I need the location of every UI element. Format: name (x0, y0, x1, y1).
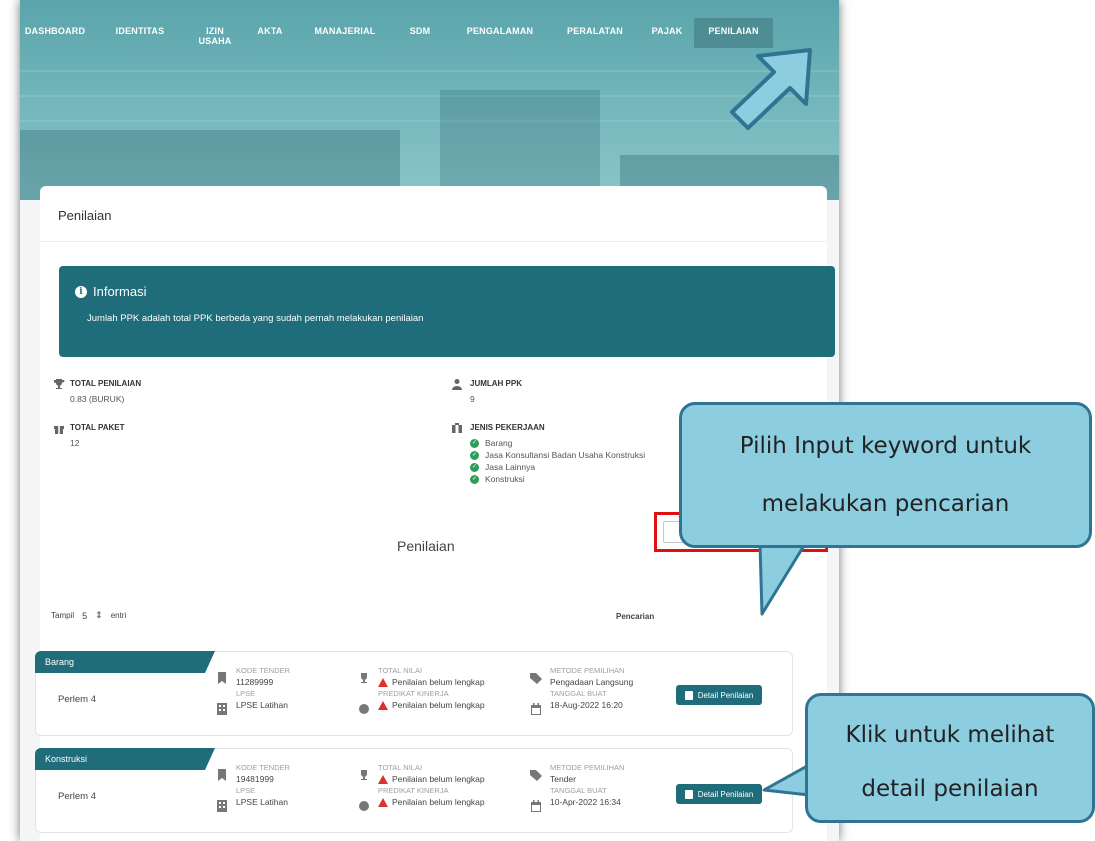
total-paket-value: 12 (70, 438, 80, 448)
check-circle-icon: ✓ (470, 474, 479, 484)
trophy-icon (361, 673, 367, 683)
metode-pemilihan-label: METODE PEMILIHAN (550, 666, 625, 675)
metode-pemilihan-label: METODE PEMILIHAN (550, 763, 625, 772)
user-icon (452, 379, 462, 390)
check-circle-icon: ✓ (470, 450, 479, 460)
building-icon (217, 800, 227, 812)
kode-tender-label: KODE TENDER (236, 763, 291, 772)
warning-icon (378, 677, 388, 687)
nav-dashboard[interactable]: DASHBOARD (20, 18, 90, 52)
tanggal-buat-value: 18-Aug-2022 16:20 (550, 700, 623, 710)
penilaian-card: Konstruksi Perlem 4 KODE TENDER 19481999… (35, 748, 793, 833)
entries-suffix: entri (110, 611, 127, 620)
panel-title: Penilaian (40, 186, 827, 242)
nav-sdm[interactable]: SDM (390, 18, 450, 52)
nav-pengalaman[interactable]: PENGALAMAN (450, 18, 550, 52)
package-name: Perlem 4 (58, 694, 97, 705)
sort-arrows-icon: ⇕ (95, 610, 103, 620)
total-nilai-label: TOTAL NILAI (378, 763, 423, 772)
building-icon (217, 703, 227, 715)
total-paket-label: TOTAL PAKET (70, 423, 125, 432)
list-item: ✓ Konstruksi (470, 474, 525, 484)
briefcase-icon (452, 423, 462, 433)
category-tag: Konstruksi (35, 748, 215, 770)
tutorial-screenshot: DASHBOARD IDENTITAS IZIN USAHA AKTA MANA… (0, 0, 1095, 841)
info-alert: i Informasi Jumlah PPK adalah total PPK … (59, 266, 835, 357)
tag-icon (530, 770, 542, 781)
bookmark-icon (218, 769, 226, 781)
nav-manajerial[interactable]: MANAJERIAL (300, 18, 390, 52)
entries-select[interactable]: 5 ⇕ (82, 610, 103, 621)
search-label: Pencarian (616, 612, 655, 621)
nav-akta[interactable]: AKTA (240, 18, 300, 52)
circle-icon (359, 704, 369, 714)
calendar-icon (531, 800, 541, 812)
file-icon (684, 789, 693, 799)
gift-icon (54, 425, 64, 434)
warning-icon (378, 797, 388, 807)
kode-tender-value: 11289999 (236, 677, 274, 687)
trophy-icon (54, 379, 65, 389)
lpse-value: LPSE Latihan (236, 700, 288, 710)
entries-selector: Tampil 5 ⇕ entri (51, 610, 126, 621)
nav-peralatan[interactable]: PERALATAN (550, 18, 640, 52)
tanggal-buat-label: TANGGAL BUAT (550, 689, 607, 698)
tanggal-buat-label: TANGGAL BUAT (550, 786, 607, 795)
lpse-value: LPSE Latihan (236, 797, 288, 807)
show-label: Tampil (51, 611, 75, 620)
check-circle-icon: ✓ (470, 462, 479, 472)
list-item: ✓ Barang (470, 438, 513, 448)
predikat-kinerja-value: Penilaian belum lengkap (392, 797, 485, 807)
metode-pemilihan-value: Tender (550, 774, 576, 784)
list-item: ✓ Jasa Lainnya (470, 462, 536, 472)
detail-penilaian-button[interactable]: Detail Penilaian (676, 784, 762, 804)
total-penilaian-label: TOTAL PENILAIAN (70, 379, 142, 388)
penilaian-card: Barang Perlem 4 KODE TENDER 11289999 LPS… (35, 651, 793, 736)
predikat-kinerja-label: PREDIKAT KINERJA (378, 689, 449, 698)
arrow-pointer-icon (730, 48, 812, 130)
detail-penilaian-button[interactable]: Detail Penilaian (676, 685, 762, 705)
jenis-pekerjaan-label: JENIS PEKERJAAN (470, 423, 545, 432)
list-item: ✓ Jasa Konsultansi Badan Usaha Konstruksi (470, 450, 646, 460)
jumlah-ppk-label: JUMLAH PPK (470, 379, 523, 388)
search-callout: Pilih Input keyword untuk melakukan penc… (679, 402, 1092, 548)
section-title: Penilaian (397, 538, 455, 554)
nav-identitas[interactable]: IDENTITAS (90, 18, 190, 52)
warning-icon (378, 774, 388, 784)
jumlah-ppk-value: 9 (470, 394, 475, 404)
nav-izin-usaha[interactable]: IZIN USAHA (190, 18, 240, 52)
kode-tender-label: KODE TENDER (236, 666, 291, 675)
category-tag: Barang (35, 651, 215, 673)
calendar-icon (531, 703, 541, 715)
total-nilai-value: Penilaian belum lengkap (392, 774, 485, 784)
info-icon: i (75, 285, 87, 298)
detail-callout: Klik untuk melihat detail penilaian (805, 693, 1095, 823)
file-icon (684, 690, 693, 700)
tag-icon (530, 673, 542, 684)
warning-icon (378, 700, 388, 710)
trophy-icon (361, 770, 367, 780)
predikat-kinerja-value: Penilaian belum lengkap (392, 700, 485, 710)
nav-pajak[interactable]: PAJAK (640, 18, 694, 52)
jenis-pekerjaan-list: ✓ Barang ✓ Jasa Konsultansi Badan Usaha Ko… (470, 438, 645, 484)
total-penilaian-value: 0.83 (BURUK) (70, 394, 125, 404)
total-nilai-label: TOTAL NILAI (378, 666, 423, 675)
metode-pemilihan-value: Pengadaan Langsung (550, 677, 634, 687)
check-circle-icon: ✓ (470, 438, 479, 448)
callout-tail-icon (758, 540, 807, 616)
bookmark-icon (218, 672, 226, 684)
predikat-kinerja-label: PREDIKAT KINERJA (378, 786, 449, 795)
info-text: Jumlah PPK adalah total PPK berbeda yang… (87, 313, 424, 324)
kode-tender-value: 19481999 (236, 774, 274, 784)
info-title: Informasi (93, 284, 147, 299)
lpse-label: LPSE (236, 689, 256, 698)
lpse-label: LPSE (236, 786, 256, 795)
package-name: Perlem 4 (58, 791, 97, 802)
total-nilai-value: Penilaian belum lengkap (392, 677, 485, 687)
tanggal-buat-value: 10-Apr-2022 16:34 (550, 797, 621, 807)
circle-icon (359, 801, 369, 811)
